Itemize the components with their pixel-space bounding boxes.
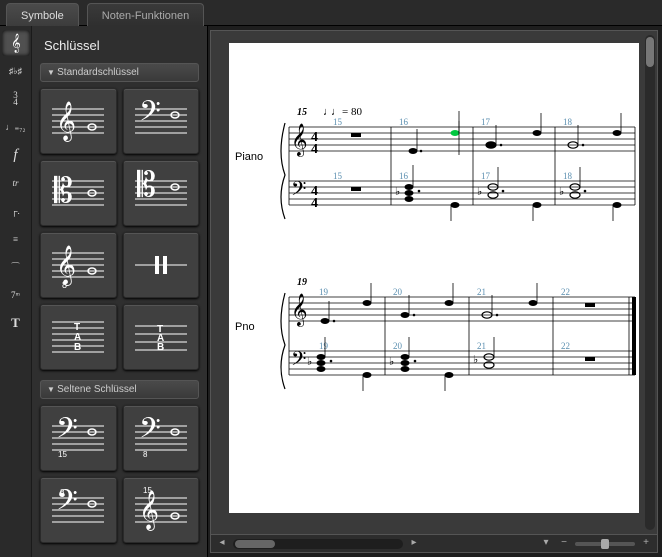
section-rare-clefs[interactable]: Seltene Schlüssel	[40, 380, 199, 399]
svg-text:15: 15	[143, 486, 152, 495]
category-lines-icon[interactable]: ┌.	[2, 198, 30, 224]
svg-text:𝄢: 𝄢	[56, 414, 78, 451]
svg-text:B: B	[74, 342, 81, 353]
system-2: Pno 19 𝄞 𝄢	[239, 273, 633, 393]
clef-treble-15ma[interactable]: 𝄞15	[123, 477, 200, 543]
svg-text:19: 19	[319, 287, 329, 297]
zoom-out-icon[interactable]: −	[557, 537, 571, 551]
svg-text:8: 8	[143, 450, 148, 459]
top-tabs: Symbole Noten-Funktionen	[0, 0, 662, 26]
svg-text:19: 19	[319, 341, 329, 351]
score-scroll[interactable]: Piano 15 ♩ ♩= 80	[211, 31, 657, 534]
scroll-left-icon[interactable]: ◂	[215, 537, 229, 551]
category-ornaments-icon[interactable]: tr	[2, 170, 30, 196]
clef-tab-4[interactable]: TAB	[123, 304, 200, 370]
svg-text:𝄢: 𝄢	[291, 349, 306, 375]
score-bottom-bar: ◂ ▸ ▾ − +	[211, 534, 657, 552]
clef-bass-8vb[interactable]: 𝄢8	[123, 405, 200, 471]
scroll-right-icon[interactable]: ▸	[407, 537, 421, 551]
svg-text:17: 17	[481, 117, 491, 127]
svg-text:𝄞: 𝄞	[291, 124, 308, 157]
svg-text:♭: ♭	[473, 354, 478, 366]
svg-text:22: 22	[561, 287, 570, 297]
category-arpeggio-icon[interactable]: ⁀	[2, 254, 30, 280]
svg-text:18: 18	[563, 117, 573, 127]
svg-text:4: 4	[311, 196, 318, 211]
svg-text:𝄞: 𝄞	[56, 102, 76, 142]
svg-text:𝄢: 𝄢	[291, 179, 306, 205]
svg-text:♭: ♭	[389, 356, 394, 368]
svg-text:𝄞: 𝄞	[139, 491, 159, 531]
svg-text:𝄢: 𝄢	[139, 97, 161, 134]
score-viewer: Piano 15 ♩ ♩= 80	[210, 30, 658, 553]
svg-text:8: 8	[60, 488, 65, 497]
tab-note-functions[interactable]: Noten-Funktionen	[87, 3, 204, 28]
svg-text:17: 17	[481, 171, 491, 181]
instrument-label-2: Pno	[235, 321, 255, 333]
svg-text:16: 16	[399, 171, 409, 181]
clef-treble[interactable]: 𝄞	[40, 88, 117, 154]
zoom-in-icon[interactable]: +	[639, 537, 653, 551]
category-clefs-icon[interactable]: 𝄞	[2, 30, 30, 56]
vertical-scrollbar[interactable]	[645, 35, 655, 530]
svg-text:𝄡: 𝄡	[54, 173, 73, 210]
svg-text:15: 15	[58, 450, 67, 459]
symbols-sidebar: 𝄞 ♯♭♯ 34 ♩₌₇₂ f tr ┌. ≡ ⁀ 7ᵐ T Schlüssel…	[0, 26, 208, 557]
clef-treble-8vb[interactable]: 𝄞 8	[40, 232, 117, 298]
clef-tab-6[interactable]: TAB	[40, 304, 117, 370]
clef-tenor[interactable]: 𝄡	[123, 160, 200, 226]
svg-text:22: 22	[561, 341, 570, 351]
category-timesig-icon[interactable]: 34	[2, 86, 30, 112]
category-keysig-icon[interactable]: ♯♭♯	[2, 58, 30, 84]
palette-scroll[interactable]: Schlüssel Standardschlüssel 𝄞	[32, 26, 207, 557]
svg-text:𝄞: 𝄞	[11, 33, 21, 53]
clef-percussion[interactable]	[123, 232, 200, 298]
tab-symbols[interactable]: Symbole	[6, 3, 79, 28]
svg-text:4: 4	[311, 142, 318, 157]
category-dynamics-icon[interactable]: f	[2, 142, 30, 168]
svg-text:♭: ♭	[395, 186, 400, 198]
start-measure-1: 15	[297, 107, 307, 118]
zoom-slider[interactable]	[575, 542, 635, 546]
clef-alto[interactable]: 𝄡	[40, 160, 117, 226]
clef-bass[interactable]: 𝄢	[123, 88, 200, 154]
category-repeats-icon[interactable]: ≡	[2, 226, 30, 252]
view-mode-icon[interactable]: ▾	[539, 537, 553, 551]
svg-text:15: 15	[333, 171, 343, 181]
svg-text:♭: ♭	[559, 186, 564, 198]
score-page[interactable]: Piano 15 ♩ ♩= 80	[229, 43, 639, 513]
category-fingering-icon[interactable]: 7ᵐ	[2, 282, 30, 308]
category-strip: 𝄞 ♯♭♯ 34 ♩₌₇₂ f tr ┌. ≡ ⁀ 7ᵐ T	[0, 26, 32, 557]
category-text-icon[interactable]: T	[2, 310, 30, 336]
svg-text:15: 15	[333, 117, 343, 127]
svg-text:16: 16	[399, 117, 409, 127]
svg-text:20: 20	[393, 287, 403, 297]
svg-text:20: 20	[393, 341, 403, 351]
svg-text:21: 21	[477, 287, 486, 297]
svg-text:21: 21	[477, 341, 486, 351]
start-measure-2: 19	[297, 277, 307, 288]
svg-text:B: B	[157, 342, 164, 353]
svg-text:𝄡: 𝄡	[137, 167, 156, 204]
svg-text:♭: ♭	[477, 186, 482, 198]
horizontal-scrollbar[interactable]	[233, 539, 403, 549]
svg-text:8: 8	[62, 280, 67, 290]
palette-title: Schlüssel	[40, 32, 199, 63]
system-1: Piano 15 ♩ ♩= 80	[239, 103, 633, 223]
svg-text:18: 18	[563, 171, 573, 181]
section-standard-clefs[interactable]: Standardschlüssel	[40, 63, 199, 82]
category-tempo-icon[interactable]: ♩₌₇₂	[2, 114, 30, 140]
svg-text:𝄞: 𝄞	[291, 294, 308, 327]
svg-text:♭: ♭	[307, 356, 312, 368]
clef-bass-8va[interactable]: 𝄢8	[40, 477, 117, 543]
clef-bass-15mb[interactable]: 𝄢15	[40, 405, 117, 471]
svg-text:𝄢: 𝄢	[139, 414, 161, 451]
